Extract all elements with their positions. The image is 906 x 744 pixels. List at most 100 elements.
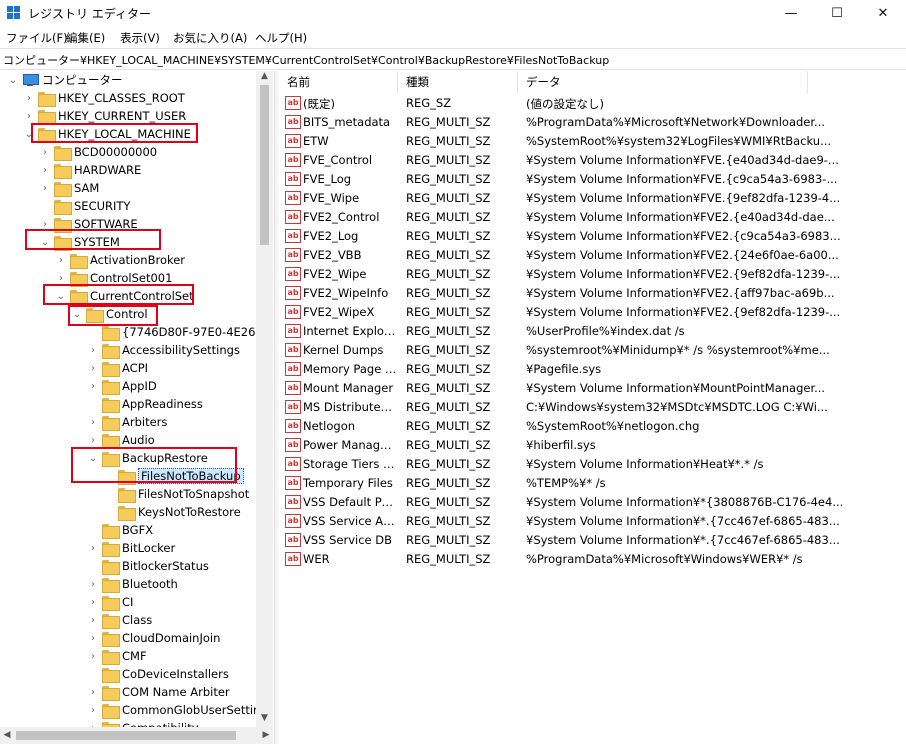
chevron-right-icon[interactable]: › (22, 111, 36, 122)
table-row[interactable]: abMS Distributed T... REG_MULTI_SZ C:¥Wind… (279, 398, 906, 417)
column-header-type[interactable]: 種類 (398, 71, 518, 93)
chevron-right-icon[interactable]: › (86, 633, 100, 644)
tree-item[interactable]: › ActivationBroker (54, 251, 185, 269)
chevron-right-icon[interactable]: › (54, 255, 68, 266)
chevron-right-icon[interactable]: › (86, 345, 100, 356)
table-row[interactable]: abStorage Tiers Ma... REG_MULTI_SZ ¥System… (279, 455, 906, 474)
tree-horizontal-scrollbar[interactable]: ◀ ▶ (0, 727, 273, 744)
tree-item[interactable]: › Class (86, 611, 152, 629)
tree-item[interactable]: › CMF (86, 647, 147, 665)
chevron-down-icon[interactable]: ⌄ (6, 75, 20, 86)
menu-file[interactable]: ファイル(F) (6, 30, 68, 46)
chevron-right-icon[interactable]: › (86, 651, 100, 662)
address-bar[interactable]: コンピューター¥HKEY_LOCAL_MACHINE¥SYSTEM¥Curren… (0, 48, 906, 70)
table-row[interactable]: abVSS Service Alter... REG_MULTI_SZ ¥Syste… (279, 512, 906, 531)
menu-help[interactable]: ヘルプ(H) (255, 30, 307, 46)
chevron-right-icon[interactable]: › (54, 273, 68, 284)
table-row[interactable]: ab Mount Manager REG_MULTI_SZ ¥System Volum… (279, 379, 906, 398)
scroll-down-icon[interactable]: ▼ (256, 713, 273, 727)
tree-item[interactable]: › COM Name Arbiter (86, 683, 230, 701)
tree-item[interactable]: › HARDWARE (38, 161, 141, 179)
list-header: 名前 種類 データ (279, 71, 906, 93)
tree-item[interactable]: › CommonGlobUserSetting (86, 701, 268, 719)
value-name: BITS_metadata (303, 115, 391, 129)
menu-edit[interactable]: 編集(E) (66, 30, 105, 46)
chevron-right-icon[interactable]: › (86, 381, 100, 392)
minimize-button[interactable]: — (768, 0, 814, 26)
tree-item[interactable]: › HKEY_CLASSES_ROOT (22, 89, 185, 107)
chevron-right-icon[interactable]: › (86, 417, 100, 428)
menu-view[interactable]: 表示(V) (120, 30, 160, 46)
string-value-icon: ab (285, 362, 301, 376)
chevron-right-icon[interactable]: › (86, 579, 100, 590)
table-row[interactable]: ab Power Manage... REG_MULTI_SZ ¥hiberfil.s… (279, 436, 906, 455)
table-row[interactable]: ab FVE2_Log REG_MULTI_SZ ¥System Volume Inf… (279, 227, 906, 246)
chevron-right-icon[interactable]: › (38, 147, 52, 158)
tree-item[interactable]: KeysNotToRestore (102, 503, 241, 521)
scroll-thumb[interactable] (260, 85, 269, 245)
chevron-right-icon[interactable]: › (86, 543, 100, 554)
tree-item[interactable]: › Arbiters (86, 413, 167, 431)
tree-item[interactable]: BitlockerStatus (86, 557, 209, 575)
table-row[interactable]: ab FVE2_VBB REG_MULTI_SZ ¥System Volume Inf… (279, 246, 906, 265)
chevron-right-icon[interactable]: › (86, 687, 100, 698)
tree-item[interactable]: › Bluetooth (86, 575, 178, 593)
tree-item[interactable]: › BitLocker (86, 539, 175, 557)
close-button[interactable]: ✕ (860, 0, 906, 26)
pane-splitter[interactable] (274, 71, 278, 744)
tree-item[interactable]: › CloudDomainJoin (86, 629, 220, 647)
scroll-right-icon[interactable]: ▶ (259, 727, 273, 744)
tree-item[interactable]: AppReadiness (86, 395, 203, 413)
tree-item[interactable]: › CI (86, 593, 133, 611)
table-row[interactable]: ab Internet Explorer REG_MULTI_SZ %UserProf… (279, 322, 906, 341)
table-row[interactable]: ab Temporary Files REG_MULTI_SZ %TEMP%¥* /s (279, 474, 906, 493)
table-row[interactable]: ab ETW REG_MULTI_SZ %SystemRoot%¥system32¥L… (279, 132, 906, 151)
table-row[interactable]: ab FVE_Log REG_MULTI_SZ ¥System Volume Info… (279, 170, 906, 189)
table-row[interactable]: ab FVE_Wipe REG_MULTI_SZ ¥System Volume Inf… (279, 189, 906, 208)
table-row[interactable]: ab Kernel Dumps REG_MULTI_SZ %systemroot%¥M… (279, 341, 906, 360)
tree-item[interactable]: BGFX (86, 521, 153, 539)
scroll-left-icon[interactable]: ◀ (0, 727, 14, 744)
table-row[interactable]: ab WER REG_MULTI_SZ %ProgramData%¥Microsoft… (279, 550, 906, 569)
tree-item[interactable]: › AppID (86, 377, 157, 395)
chevron-right-icon[interactable]: › (86, 597, 100, 608)
chevron-right-icon[interactable]: › (86, 615, 100, 626)
chevron-right-icon[interactable]: › (38, 165, 52, 176)
table-row[interactable]: abVSS Default Prov... REG_MULTI_SZ ¥System… (279, 493, 906, 512)
column-header-data[interactable]: データ (518, 71, 808, 93)
table-row[interactable]: ab BITS_metadata REG_MULTI_SZ %ProgramData%… (279, 113, 906, 132)
maximize-button[interactable]: ☐ (814, 0, 860, 26)
tree-item[interactable]: › BCD00000000 (38, 143, 157, 161)
string-value-icon: ab (285, 533, 301, 547)
table-row[interactable]: ab FVE2_Wipe REG_MULTI_SZ ¥System Volume In… (279, 265, 906, 284)
tree-item-label: HKEY_CURRENT_USER (58, 109, 187, 123)
tree-vertical-scrollbar[interactable]: ▲ ▼ (256, 71, 273, 727)
table-row[interactable]: ab FVE2_Control REG_MULTI_SZ ¥System Volume… (279, 208, 906, 227)
tree-item[interactable]: › SAM (38, 179, 99, 197)
table-row[interactable]: ab Netlogon REG_MULTI_SZ %SystemRoot%¥netlo… (279, 417, 906, 436)
chevron-right-icon[interactable]: › (86, 435, 100, 446)
tree-item[interactable]: CoDeviceInstallers (86, 665, 229, 683)
column-header-name[interactable]: 名前 (279, 71, 398, 93)
tree-item[interactable]: FilesNotToSnapshot (102, 485, 249, 503)
chevron-right-icon[interactable]: › (86, 363, 100, 374)
chevron-right-icon[interactable]: › (86, 705, 100, 716)
tree-item[interactable]: › ACPI (86, 359, 148, 377)
chevron-right-icon[interactable]: › (22, 93, 36, 104)
table-row[interactable]: ab FVE2_WipeX REG_MULTI_SZ ¥System Volume I… (279, 303, 906, 322)
scroll-thumb-horizontal[interactable] (16, 731, 236, 740)
table-row[interactable]: ab FVE2_WipeInfo REG_MULTI_SZ ¥System Volum… (279, 284, 906, 303)
scroll-up-icon[interactable]: ▲ (256, 71, 273, 85)
chevron-right-icon[interactable]: › (38, 219, 52, 230)
table-row[interactable]: ab VSS Service DB REG_MULTI_SZ ¥System Volu… (279, 531, 906, 550)
chevron-right-icon[interactable]: › (38, 183, 52, 194)
table-row[interactable]: ab Memory Page File REG_MULTI_SZ ¥Pagefile.… (279, 360, 906, 379)
table-row[interactable]: ab FVE_Control REG_MULTI_SZ ¥System Volume … (279, 151, 906, 170)
table-row[interactable]: ab (既定) REG_SZ (値の設定なし) (279, 94, 906, 113)
folder-icon (102, 703, 120, 719)
menu-favorites[interactable]: お気に入り(A) (173, 30, 247, 46)
tree-item[interactable]: › AccessibilitySettings (86, 341, 240, 359)
tree-item[interactable]: ⌄ コンピューター (6, 71, 123, 89)
tree-item[interactable]: SECURITY (38, 197, 130, 215)
value-data: %SystemRoot%¥netlogon.chg (526, 419, 700, 433)
